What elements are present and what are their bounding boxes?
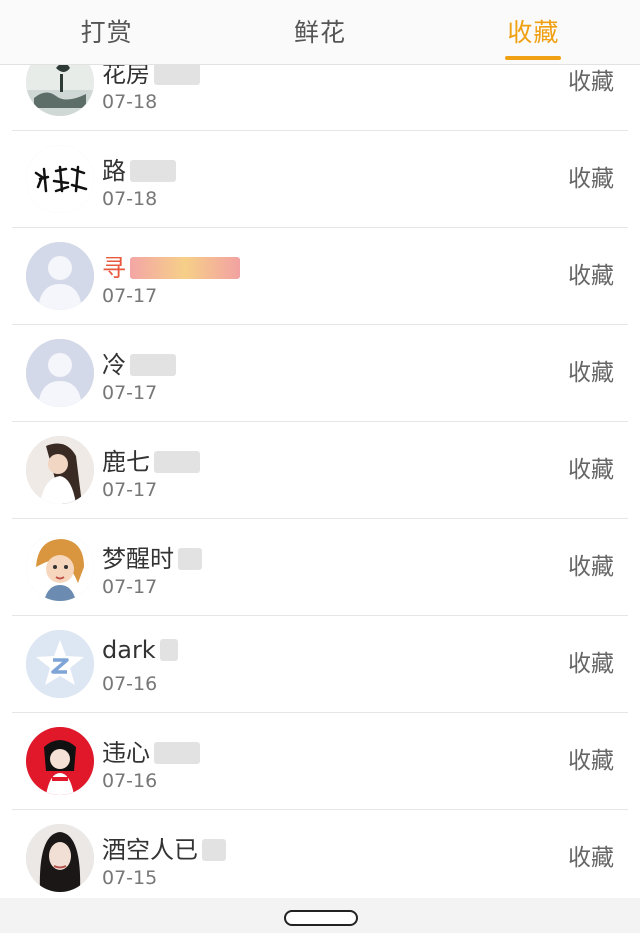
user-name: 梦醒时: [102, 539, 202, 574]
list-item[interactable]: 鹿七 07-17 收藏: [12, 422, 628, 519]
tab-bar: 打赏 鲜花 收藏: [0, 0, 640, 65]
item-date: 07-16: [102, 770, 158, 792]
list-item[interactable]: 梦醒时 07-17 收藏: [12, 519, 628, 616]
user-name: 违心: [102, 733, 200, 768]
cartoon-girl-avatar[interactable]: [26, 533, 94, 601]
item-date: 07-18: [102, 188, 158, 210]
action-label: 收藏: [568, 457, 614, 483]
item-date: 07-15: [102, 867, 158, 889]
blurred-text: [130, 257, 240, 279]
default-person-avatar[interactable]: [26, 242, 94, 310]
list-item[interactable]: 违心 07-16 收藏: [12, 713, 628, 810]
system-navigation-bar: [0, 898, 640, 933]
list-item[interactable]: 酒空人已 07-15 收藏: [12, 810, 628, 907]
user-name: 鹿七: [102, 442, 200, 477]
list-item[interactable]: 路 07-18 收藏: [12, 131, 628, 228]
action-label: 收藏: [568, 360, 614, 386]
list-item[interactable]: 寻 07-17 收藏: [12, 228, 628, 325]
item-date: 07-17: [102, 285, 158, 307]
default-person-avatar[interactable]: [26, 339, 94, 407]
blurred-text: [154, 63, 200, 85]
blurred-text: [202, 839, 226, 861]
action-label: 收藏: [568, 166, 614, 192]
blurred-text: [130, 354, 176, 376]
user-name: 寻: [102, 248, 240, 283]
dark-hair-girl-avatar[interactable]: [26, 824, 94, 892]
list-item[interactable]: 冷 07-17 收藏: [12, 325, 628, 422]
tab-flowers[interactable]: 鲜花: [213, 0, 426, 64]
qq-star-avatar[interactable]: [26, 630, 94, 698]
user-name: 冷: [102, 345, 176, 380]
user-name: 酒空人已: [102, 830, 226, 865]
item-date: 07-17: [102, 576, 158, 598]
blurred-text: [130, 160, 176, 182]
item-date: 07-17: [102, 479, 158, 501]
action-label: 收藏: [568, 263, 614, 289]
item-date: 07-16: [102, 673, 158, 695]
red-anime-avatar[interactable]: [26, 727, 94, 795]
tab-tips[interactable]: 打赏: [0, 0, 213, 64]
calligraphy-avatar[interactable]: [26, 145, 94, 213]
list-item[interactable]: dark 07-16 收藏: [12, 616, 628, 713]
user-name: 路: [102, 151, 176, 186]
item-date: 07-17: [102, 382, 158, 404]
favorites-list: 花房 07-18 收藏 路 07-18 收藏 寻 07-17 收藏 冷 07-1…: [0, 34, 640, 907]
action-label: 收藏: [568, 651, 614, 677]
blurred-text: [159, 639, 178, 661]
tab-favorites[interactable]: 收藏: [427, 0, 640, 64]
user-name: dark: [102, 636, 178, 664]
blurred-text: [154, 451, 200, 473]
home-indicator[interactable]: [284, 910, 358, 926]
action-label: 收藏: [568, 554, 614, 580]
blurred-text: [178, 548, 202, 570]
girl-photo-avatar[interactable]: [26, 436, 94, 504]
action-label: 收藏: [568, 748, 614, 774]
blurred-text: [154, 742, 200, 764]
item-date: 07-18: [102, 91, 158, 113]
action-label: 收藏: [568, 845, 614, 871]
